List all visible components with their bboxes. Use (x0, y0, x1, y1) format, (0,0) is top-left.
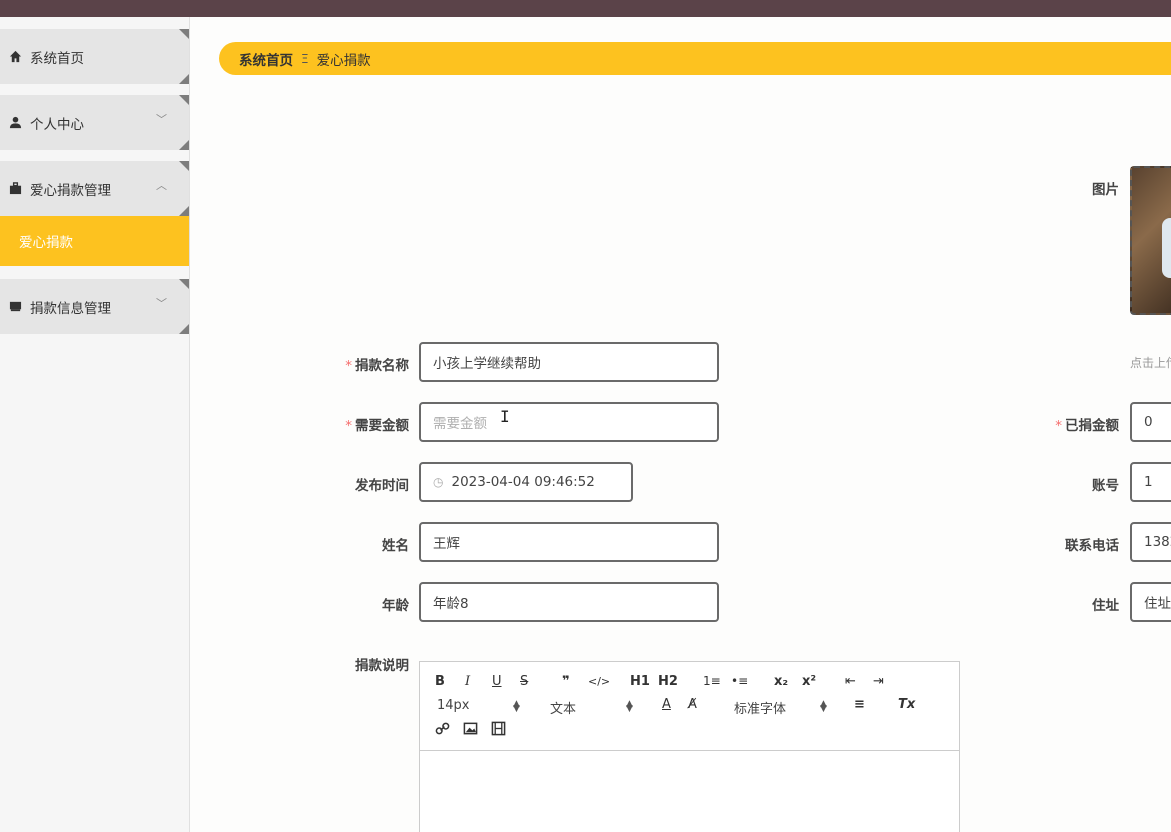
time-label: 发布时间 (355, 478, 409, 494)
image-label: 图片 (1092, 182, 1119, 198)
chevron-up-icon: ︿ (156, 179, 167, 192)
name-label: * 捐款名称 (345, 358, 409, 374)
breadcrumb: 系统首页 Ξ 爱心捐款 (219, 42, 1171, 75)
briefcase-icon (8, 182, 22, 196)
amount-input[interactable]: 需要金额 (419, 402, 719, 442)
inbox-icon (8, 300, 22, 314)
image-icon[interactable] (463, 721, 478, 740)
indent-button[interactable]: ⇥ (873, 674, 884, 689)
link-icon[interactable] (435, 721, 450, 740)
sidebar-item-label: 爱心捐款管理 (30, 182, 111, 199)
age-input[interactable]: 年龄8 (419, 582, 719, 622)
clock-icon: ◷ (433, 475, 444, 489)
code-button[interactable]: </> (588, 675, 610, 688)
sidebar-item-donation-manage[interactable]: 爱心捐款管理 ︿ (0, 161, 189, 216)
breadcrumb-separator: Ξ (301, 51, 309, 66)
editor-toolbar: B I U S ❞ </> H1 H2 1≡ •≡ x₂ x² ⇤ ⇥ 14px… (420, 662, 959, 751)
sidebar-item-home[interactable]: 系统首页 (0, 29, 189, 84)
superscript-button[interactable]: x² (802, 674, 816, 689)
bullet-list-button[interactable]: •≡ (731, 674, 748, 688)
font-color-button[interactable]: A (662, 697, 671, 712)
phone-input[interactable]: 1382 (1130, 522, 1171, 562)
amount-label: * 需要金额 (345, 418, 409, 434)
image-upload[interactable] (1130, 166, 1171, 315)
subscript-button[interactable]: x₂ (774, 674, 788, 689)
address-input[interactable]: 住址 (1130, 582, 1171, 622)
underline-button[interactable]: U (492, 674, 502, 689)
account-label: 账号 (1092, 478, 1119, 494)
top-bar (0, 0, 1171, 17)
outdent-button[interactable]: ⇤ (845, 674, 856, 689)
breadcrumb-current: 爱心捐款 (316, 52, 371, 69)
person-name-label: 姓名 (382, 538, 409, 554)
home-icon (8, 50, 22, 64)
rich-text-editor: B I U S ❞ </> H1 H2 1≡ •≡ x₂ x² ⇤ ⇥ 14px… (419, 661, 960, 832)
sidebar-item-label: 个人中心 (30, 116, 84, 133)
align-button[interactable]: ≡ (854, 697, 865, 712)
font-size-select[interactable]: 14px ▲ ▼ (437, 698, 523, 714)
sidebar: 系统首页 个人中心 ﹀ 爱心捐款管理 ︿ 爱心捐款 捐款信息管理 ﹀ (0, 17, 190, 832)
h1-button[interactable]: H1 (630, 674, 650, 689)
font-family-select[interactable]: 标准字体 ▲ ▼ (734, 698, 829, 718)
background-color-button[interactable]: A̸ (688, 697, 697, 712)
ordered-list-button[interactable]: 1≡ (703, 674, 721, 688)
donated-label: * 已捐金额 (1055, 418, 1119, 434)
sidebar-item-label: 捐款信息管理 (30, 300, 111, 317)
italic-button[interactable]: I (465, 674, 470, 689)
description-label: 捐款说明 (355, 658, 409, 674)
video-icon[interactable] (491, 721, 506, 740)
h2-button[interactable]: H2 (658, 674, 678, 689)
breadcrumb-home[interactable]: 系统首页 (239, 49, 293, 69)
sidebar-item-label: 系统首页 (30, 50, 84, 67)
chevron-down-icon: ﹀ (156, 113, 167, 126)
chevron-down-icon: ﹀ (156, 297, 167, 310)
bold-button[interactable]: B (435, 674, 445, 689)
text-cursor-icon: I (500, 407, 510, 426)
sidebar-item-donation-info[interactable]: 捐款信息管理 ﹀ (0, 279, 189, 334)
upload-hint[interactable]: 点击上传 (1130, 354, 1171, 371)
donation-name-input[interactable]: 小孩上学继续帮助 (419, 342, 719, 382)
uploaded-image (1162, 218, 1171, 278)
sidebar-subitem-donation[interactable]: 爱心捐款 (0, 216, 189, 266)
blockquote-button[interactable]: ❞ (562, 674, 570, 689)
address-label: 住址 (1092, 598, 1119, 614)
donated-amount-input[interactable]: 0 (1130, 402, 1171, 442)
clear-format-button[interactable]: Tx (898, 697, 915, 712)
person-name-input[interactable]: 王辉 (419, 522, 719, 562)
sidebar-item-personal[interactable]: 个人中心 ﹀ (0, 95, 189, 150)
strike-button[interactable]: S (520, 674, 528, 689)
editor-content-area[interactable] (420, 751, 959, 832)
age-label: 年龄 (382, 598, 409, 614)
account-input[interactable]: 1 (1130, 462, 1171, 502)
block-type-select[interactable]: 文本 ▲ ▼ (550, 698, 636, 718)
publish-time-input[interactable]: ◷ 2023-04-04 09:46:52 (419, 462, 633, 502)
user-icon (8, 116, 22, 130)
phone-label: 联系电话 (1065, 538, 1119, 554)
